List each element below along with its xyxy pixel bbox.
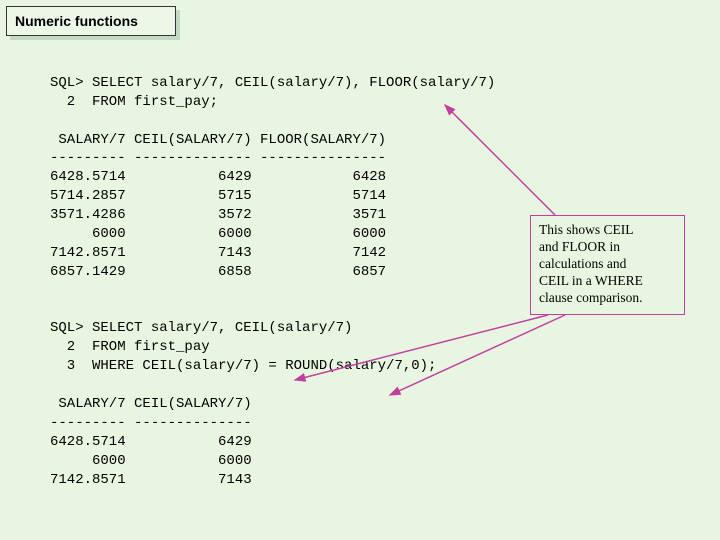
title-text: Numeric functions: [15, 12, 138, 31]
sql2-line2: 2 FROM first_pay: [50, 339, 210, 355]
result2-row2: 7142.8571 7143: [50, 472, 252, 488]
note-l2: and FLOOR in: [539, 239, 620, 254]
sql2-line1: SQL> SELECT salary/7, CEIL(salary/7): [50, 320, 352, 336]
result1-dashes: --------- -------------- ---------------: [50, 150, 386, 166]
code-block: SQL> SELECT salary/7, CEIL(salary/7), FL…: [50, 55, 495, 489]
result2-row0: 6428.5714 6429: [50, 434, 252, 450]
note-l5: clause comparison.: [539, 290, 642, 305]
note-callout: This shows CEIL and FLOOR in calculation…: [530, 215, 685, 315]
title-container: Numeric functions: [6, 6, 176, 36]
note-l3: calculations and: [539, 256, 626, 271]
result1-row3: 6000 6000 6000: [50, 226, 386, 242]
result1-row0: 6428.5714 6429 6428: [50, 169, 386, 185]
result1-row2: 3571.4286 3572 3571: [50, 207, 386, 223]
sql1-line1: SQL> SELECT salary/7, CEIL(salary/7), FL…: [50, 75, 495, 91]
note-l4: CEIL in a WHERE: [539, 273, 643, 288]
result2-header: SALARY/7 CEIL(SALARY/7): [50, 396, 252, 412]
sql2-line3: 3 WHERE CEIL(salary/7) = ROUND(salary/7,…: [50, 358, 436, 374]
title-box: Numeric functions: [6, 6, 176, 36]
sql1-line2: 2 FROM first_pay;: [50, 94, 218, 110]
result2-dashes: --------- --------------: [50, 415, 252, 431]
result1-row5: 6857.1429 6858 6857: [50, 264, 386, 280]
result1-row1: 5714.2857 5715 5714: [50, 188, 386, 204]
result1-header: SALARY/7 CEIL(SALARY/7) FLOOR(SALARY/7): [50, 132, 386, 148]
note-l1: This shows CEIL: [539, 222, 634, 237]
result2-row1: 6000 6000: [50, 453, 252, 469]
result1-row4: 7142.8571 7143 7142: [50, 245, 386, 261]
